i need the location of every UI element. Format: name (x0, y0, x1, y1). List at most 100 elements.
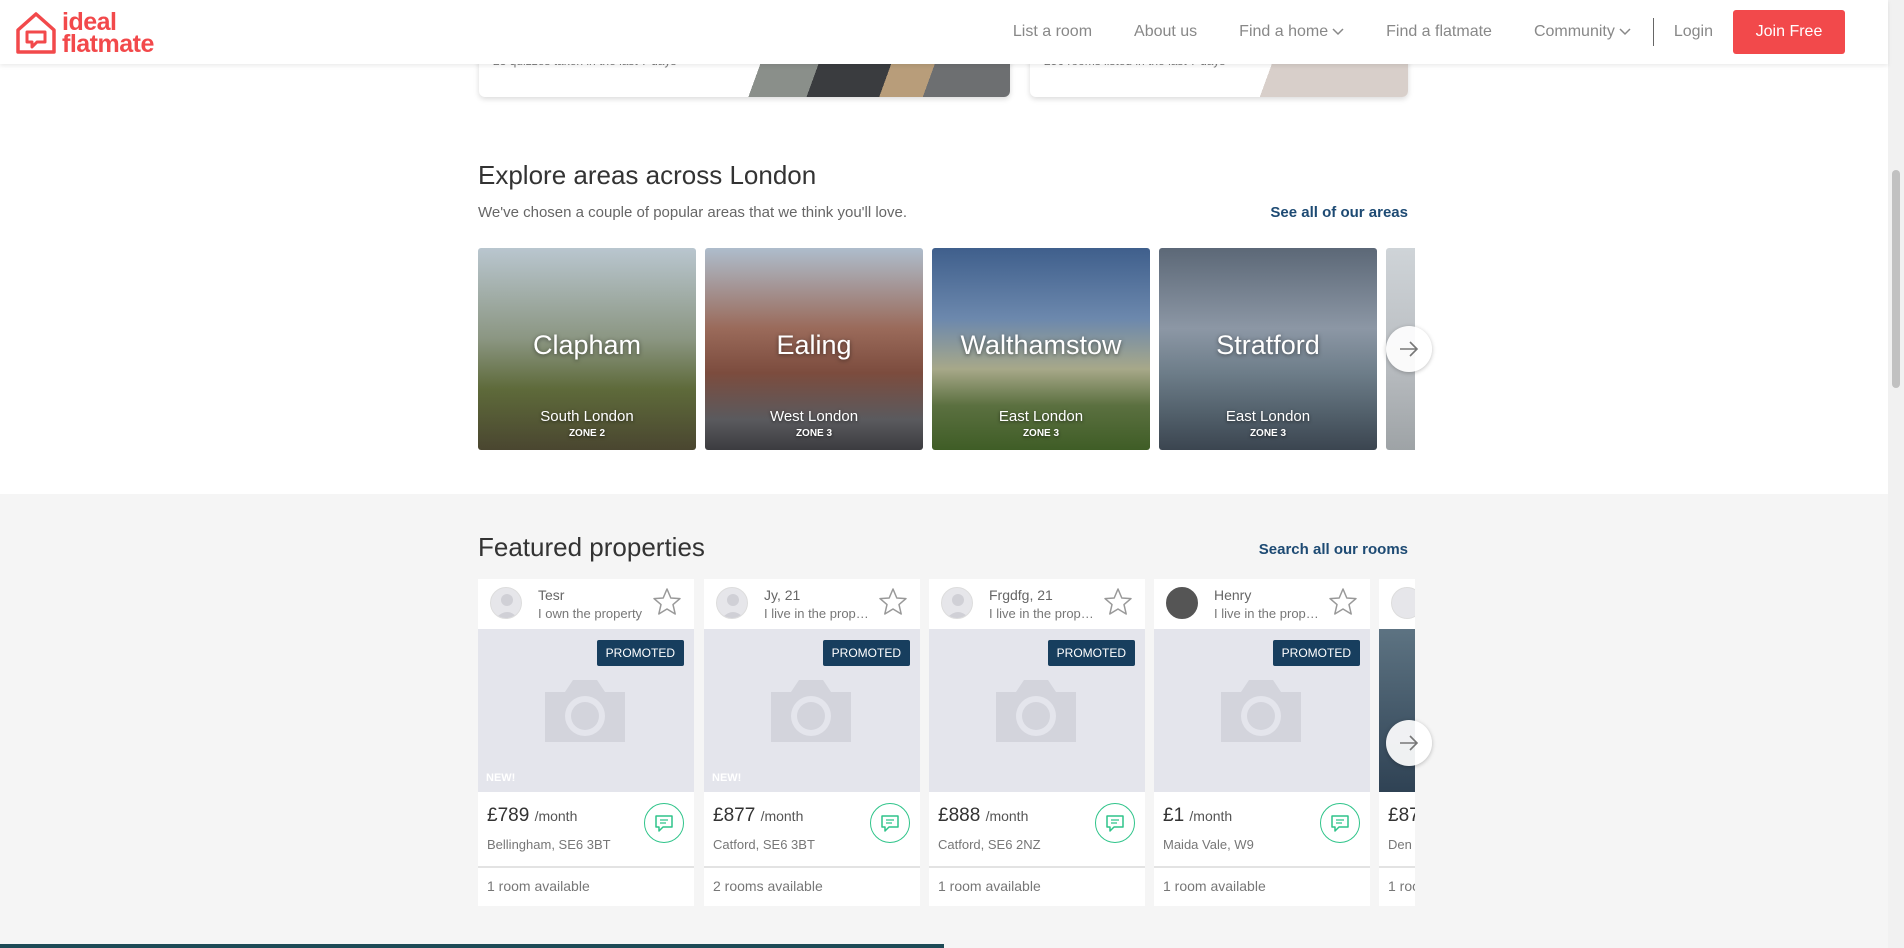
divider (1379, 866, 1415, 868)
area-card-ealing[interactable]: Ealing West London ZONE 3 (705, 248, 923, 450)
area-region: East London (1225, 408, 1311, 425)
top-nav: ideal flatmate List a room About us Find… (0, 0, 1888, 64)
chat-icon (655, 815, 673, 832)
areas-carousel: Clapham South London ZONE 2 Ealing West … (478, 248, 1415, 450)
property-header (1379, 579, 1415, 629)
nav-find-a-flatmate[interactable]: Find a flatmate (1386, 23, 1492, 41)
avatar (1391, 587, 1415, 619)
see-all-areas-link[interactable]: See all of our areas (1270, 204, 1408, 221)
nav-list-a-room[interactable]: List a room (1013, 23, 1092, 41)
search-all-rooms-link[interactable]: Search all our rooms (1259, 541, 1408, 558)
logo[interactable]: ideal flatmate (14, 10, 154, 58)
footer-edge (0, 944, 944, 948)
areas-next-button[interactable] (1386, 326, 1432, 372)
property-location: Catford, SE6 2NZ (938, 837, 1041, 852)
property-availability: 1 room available (938, 878, 1041, 894)
lister-name: Henry (1214, 587, 1252, 603)
nav-community[interactable]: Community (1534, 23, 1631, 41)
property-photo: PROMOTED (1154, 629, 1370, 792)
promoted-badge: PROMOTED (1272, 640, 1360, 666)
area-card-stratford[interactable]: Stratford East London ZONE 3 (1159, 248, 1377, 450)
chat-icon (1331, 815, 1349, 832)
area-name: Stratford (1216, 330, 1320, 360)
lister-name: Frgdfg, 21 (989, 587, 1053, 603)
lister-role: I live in the property (989, 606, 1094, 621)
logo-line-2: flatmate (62, 30, 154, 58)
property-price: £888 /month (938, 805, 1029, 826)
area-zone: ZONE 3 (1022, 428, 1060, 439)
property-availability: 1 roo (1388, 878, 1415, 894)
property-header: Tesr I own the property (478, 579, 694, 629)
page-scrollbar[interactable] (1888, 0, 1904, 948)
property-price: £87 (1388, 805, 1415, 826)
nav-find-a-home[interactable]: Find a home (1239, 23, 1344, 41)
nav-about-us[interactable]: About us (1134, 23, 1197, 41)
promoted-badge: PROMOTED (596, 640, 684, 666)
star-icon[interactable] (1103, 587, 1133, 617)
lister-role: I live in the property (764, 606, 869, 621)
property-header: Henry I live in the property (1154, 579, 1370, 629)
area-zone: ZONE 3 (795, 428, 833, 439)
property-location: Catford, SE6 3BT (713, 837, 815, 852)
login-link[interactable]: Login (1674, 23, 1713, 41)
message-button[interactable] (1095, 803, 1135, 843)
property-price: £1 /month (1163, 805, 1233, 826)
property-card[interactable]: Frgdfg, 21 I live in the property PROMOT… (929, 579, 1145, 906)
property-header: Jy, 21 I live in the property (704, 579, 920, 629)
area-card-clapham[interactable]: Clapham South London ZONE 2 (478, 248, 696, 450)
divider (929, 866, 1145, 868)
properties-next-button[interactable] (1386, 720, 1432, 766)
property-availability: 1 room available (1163, 878, 1266, 894)
user-placeholder-icon (722, 594, 744, 618)
star-icon[interactable] (878, 587, 908, 617)
lister-role: I live in the property (1214, 606, 1319, 621)
message-button[interactable] (644, 803, 684, 843)
arrow-right-icon (1400, 341, 1419, 357)
featured-title: Featured properties (478, 532, 705, 562)
property-location: Den (1388, 837, 1412, 852)
scrollbar-thumb[interactable] (1892, 170, 1900, 388)
lister-name: Jy, 21 (764, 587, 801, 603)
area-region: South London (540, 408, 634, 425)
avatar (1166, 587, 1198, 619)
area-name: Clapham (532, 330, 642, 360)
nav-divider (1652, 18, 1654, 46)
property-location: Bellingham, SE6 3BT (487, 837, 611, 852)
house-logo-icon (16, 12, 56, 54)
property-availability: 2 rooms available (713, 878, 823, 894)
lister-role: I own the property (538, 606, 643, 621)
area-name: Walthamstow (960, 330, 1122, 360)
arrow-right-icon (1400, 735, 1419, 751)
property-photo: PROMOTED NEW! (704, 629, 920, 792)
avatar (941, 587, 973, 619)
property-card[interactable]: Henry I live in the property PROMOTED £1… (1154, 579, 1370, 906)
camera-icon (1221, 680, 1301, 742)
camera-icon (771, 680, 851, 742)
promoted-badge: PROMOTED (1047, 640, 1135, 666)
area-name: Ealing (776, 330, 852, 360)
property-price: £789 /month (487, 805, 578, 826)
new-tag: NEW! (712, 772, 742, 784)
area-zone: ZONE 2 (568, 428, 606, 439)
message-button[interactable] (1320, 803, 1360, 843)
property-card[interactable]: Tesr I own the property PROMOTED NEW! £7… (478, 579, 694, 906)
property-header: Frgdfg, 21 I live in the property (929, 579, 1145, 629)
property-card[interactable]: Jy, 21 I live in the property PROMOTED N… (704, 579, 920, 906)
property-availability: 1 room available (487, 878, 590, 894)
star-icon[interactable] (652, 587, 682, 617)
new-tag: NEW! (486, 772, 516, 784)
area-region: West London (769, 408, 859, 425)
chat-icon (1106, 815, 1124, 832)
avatar (716, 587, 748, 619)
chat-icon (881, 815, 899, 832)
avatar (490, 587, 522, 619)
camera-icon (996, 680, 1076, 742)
join-free-button[interactable]: Join Free (1733, 10, 1845, 54)
user-placeholder-icon (947, 594, 969, 618)
explore-subtitle: We've chosen a couple of popular areas t… (478, 204, 908, 221)
divider (704, 866, 920, 868)
star-icon[interactable] (1328, 587, 1358, 617)
area-card-walthamstow[interactable]: Walthamstow East London ZONE 3 (932, 248, 1150, 450)
property-photo: PROMOTED (929, 629, 1145, 792)
message-button[interactable] (870, 803, 910, 843)
